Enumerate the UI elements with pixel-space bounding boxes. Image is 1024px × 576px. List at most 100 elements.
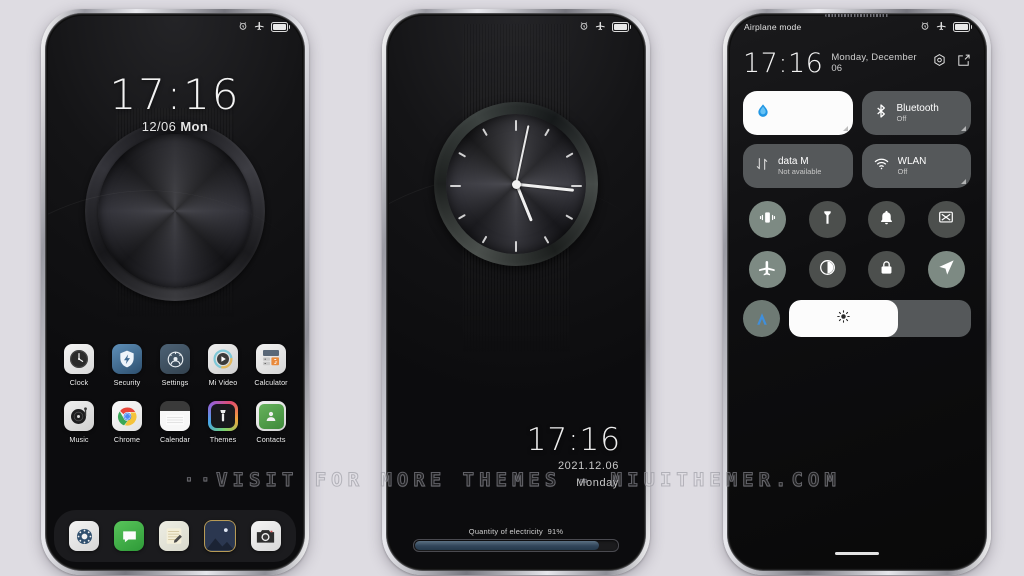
- battery-widget: Quantity of electricity 91%: [413, 527, 619, 552]
- camera-app-icon[interactable]: [250, 521, 281, 551]
- battery-icon: [271, 22, 290, 32]
- tile-expand-corner[interactable]: [961, 126, 966, 131]
- app-security[interactable]: Security: [106, 344, 148, 387]
- phone-3-status-bar: Airplane mode: [730, 16, 984, 38]
- tile-expand-corner[interactable]: [961, 179, 966, 184]
- airplane-mode-icon: [758, 258, 777, 282]
- lockscreen-date: 12/06 Mon: [48, 119, 302, 134]
- clock-tick: [458, 152, 467, 158]
- app-label: Security: [113, 378, 141, 387]
- lockscreen-time: 17:16: [109, 70, 241, 119]
- dialer-app-icon[interactable]: [69, 521, 100, 551]
- tile-mobile-data[interactable]: data M Not available: [743, 144, 853, 188]
- phone-device-3: Airplane mode 17:16 Monday, December 06: [723, 9, 991, 575]
- clock-app-icon: [64, 344, 94, 374]
- toggle-ringer[interactable]: [868, 201, 906, 238]
- contacts-app-icon: [256, 401, 286, 431]
- quick-toggle-row-2: [743, 251, 971, 288]
- phone-2-bezel: 17:16 2021.12.06 Monday Quantity of elec…: [386, 13, 646, 571]
- app-label: Calendar: [160, 435, 190, 444]
- brightness-row: [743, 300, 971, 337]
- toggle-airplane-mode[interactable]: [749, 251, 787, 288]
- tile-expand-corner[interactable]: [842, 126, 848, 131]
- settings-gear-icon[interactable]: [932, 53, 947, 73]
- home-indicator[interactable]: [835, 551, 879, 555]
- vibrate-icon: [758, 208, 777, 232]
- tile-bluetooth[interactable]: Bluetooth Off: [861, 91, 971, 135]
- gallery-app-icon[interactable]: [203, 520, 236, 552]
- battery-percent-text: 91%: [547, 527, 564, 536]
- clock-tick: [544, 128, 550, 137]
- toggle-vibrate[interactable]: [749, 201, 787, 238]
- lockscreen-date: 2021.12.06: [557, 460, 619, 472]
- app-chrome[interactable]: Chrome: [106, 401, 148, 444]
- clock-second-hand: [515, 125, 530, 185]
- edit-icon[interactable]: [956, 53, 971, 73]
- brightness-slider[interactable]: [789, 300, 971, 337]
- toggle-location[interactable]: [927, 251, 965, 288]
- phone-1-status-bar: [48, 16, 302, 38]
- toggle-screenshot[interactable]: [927, 201, 965, 238]
- app-music[interactable]: Music: [58, 401, 100, 444]
- clock-tick: [482, 235, 488, 244]
- battery-label-text: Quantity of electricity: [468, 527, 543, 536]
- tile-text: Bluetooth Off: [897, 103, 939, 124]
- screen-lock-icon: [878, 259, 895, 281]
- chrome-app-icon: [112, 401, 142, 431]
- battery-icon: [612, 22, 631, 32]
- tile-subtitle: Not available: [778, 167, 822, 177]
- app-settings[interactable]: Settings: [154, 344, 196, 387]
- battery-widget-label: Quantity of electricity 91%: [413, 527, 619, 536]
- auto-brightness-icon: [756, 312, 767, 325]
- phone-1-screen: 17:16 12/06 Mon Clock Security Settings …: [48, 16, 302, 568]
- app-contacts[interactable]: Contacts: [250, 401, 292, 444]
- clock-hour-hand: [514, 183, 533, 222]
- security-app-icon: [112, 344, 142, 374]
- app-calendar[interactable]: Calendar: [154, 401, 196, 444]
- app-calculator[interactable]: Calculator: [250, 344, 292, 387]
- toggle-screen-lock[interactable]: [868, 251, 906, 288]
- auto-brightness-button[interactable]: [743, 300, 780, 337]
- tile-subtitle: Off: [896, 114, 907, 124]
- mobile-data-icon: [754, 156, 770, 177]
- analog-clock: [446, 114, 586, 254]
- lockscreen-weekday: Monday: [576, 477, 619, 489]
- brightness-sun-icon: [836, 309, 851, 329]
- phone-2-screen: 17:16 2021.12.06 Monday Quantity of elec…: [389, 16, 643, 568]
- clock-minute-hand: [515, 182, 574, 192]
- phone-device-2: 17:16 2021.12.06 Monday Quantity of elec…: [382, 9, 650, 575]
- tile-wlan[interactable]: WLAN Off: [861, 144, 971, 188]
- flashlight-icon: [819, 209, 836, 231]
- screenshot-stage: 17:16 12/06 Mon Clock Security Settings …: [0, 0, 1024, 576]
- app-themes[interactable]: Themes: [202, 401, 244, 444]
- battery-progress-fill: [415, 541, 599, 550]
- control-center-panel: Airplane mode 17:16 Monday, December 06: [730, 16, 984, 568]
- lockscreen-weekday: Mon: [180, 119, 209, 134]
- tile-title: data M: [778, 155, 809, 167]
- ringer-bell-icon: [878, 209, 895, 231]
- app-grid: Clock Security Settings Mi Video Calcula…: [48, 344, 302, 444]
- phone-3-bezel: Airplane mode 17:16 Monday, December 06: [727, 13, 987, 571]
- tile-subtitle: Off: [897, 167, 908, 177]
- alarm-icon: [579, 18, 589, 36]
- toggle-dark-mode[interactable]: [808, 251, 846, 288]
- clock-tick: [482, 128, 488, 137]
- control-center-time: 17:16: [743, 48, 824, 79]
- dock: [54, 510, 296, 562]
- status-left-text: Airplane mode: [744, 22, 802, 32]
- tile-water-drop[interactable]: [743, 91, 853, 135]
- airplane-icon: [254, 18, 265, 36]
- bluetooth-icon: [873, 103, 889, 124]
- clock-tick: [515, 241, 517, 252]
- phone-2-status-bar: [389, 16, 643, 38]
- clock-tick: [565, 152, 574, 158]
- notes-app-icon[interactable]: [158, 521, 189, 551]
- app-clock[interactable]: Clock: [58, 344, 100, 387]
- airplane-icon: [595, 18, 606, 36]
- app-mi-video[interactable]: Mi Video: [202, 344, 244, 387]
- alarm-icon: [920, 18, 930, 36]
- app-label: Settings: [161, 378, 189, 387]
- toggle-flashlight[interactable]: [808, 201, 846, 238]
- phone-1-bezel: 17:16 12/06 Mon Clock Security Settings …: [45, 13, 305, 571]
- messages-app-icon[interactable]: [114, 521, 145, 551]
